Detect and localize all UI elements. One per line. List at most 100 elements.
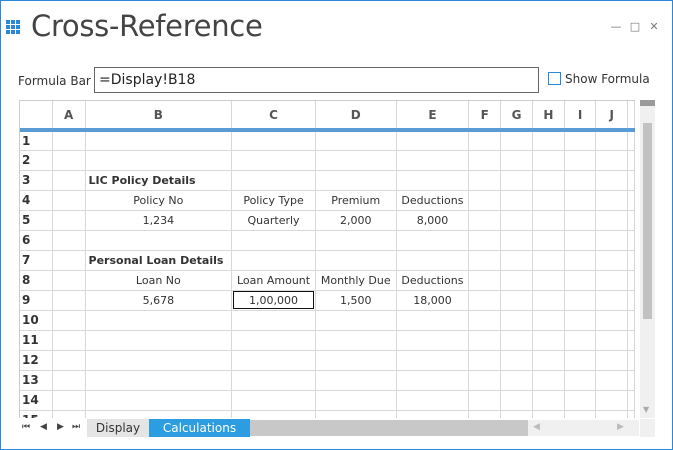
cell-b10[interactable] bbox=[85, 310, 233, 331]
spreadsheet-grid[interactable]: ABCDEFGHIJ 1 2 3 LIC Policy Details 4 Policy … bbox=[19, 100, 635, 418]
cell-a15[interactable] bbox=[52, 410, 86, 418]
cell-d3[interactable] bbox=[315, 170, 397, 191]
cell-i4[interactable] bbox=[564, 190, 597, 211]
cell-i15[interactable] bbox=[564, 410, 597, 418]
show-formula-checkbox[interactable] bbox=[548, 72, 561, 85]
cell-c4[interactable]: Policy Type bbox=[231, 190, 316, 211]
cell-a8[interactable] bbox=[52, 270, 86, 291]
cell-f14[interactable] bbox=[468, 390, 502, 411]
cell-f7[interactable] bbox=[468, 250, 502, 271]
cell-b9[interactable]: 5,678 bbox=[85, 290, 233, 311]
cell-b7[interactable]: Personal Loan Details bbox=[85, 250, 233, 271]
row-header[interactable]: 12 bbox=[20, 350, 53, 371]
cell-g9[interactable] bbox=[500, 290, 533, 311]
cell-i2[interactable] bbox=[564, 150, 597, 171]
row-header[interactable]: 2 bbox=[20, 150, 53, 171]
cell-e13[interactable] bbox=[396, 370, 470, 391]
cell-b8[interactable]: Loan No bbox=[85, 270, 233, 291]
cell-j13[interactable] bbox=[595, 370, 628, 391]
cell-a5[interactable] bbox=[52, 210, 86, 231]
cell-g7[interactable] bbox=[500, 250, 533, 271]
cell-j14[interactable] bbox=[595, 390, 628, 411]
cell-b11[interactable] bbox=[85, 330, 233, 351]
sheet-tab-calculations[interactable]: Calculations bbox=[149, 419, 250, 437]
cell-g1[interactable] bbox=[500, 130, 533, 151]
cell-f9[interactable] bbox=[468, 290, 502, 311]
cell-j3[interactable] bbox=[595, 170, 628, 191]
cell-a9[interactable] bbox=[52, 290, 86, 311]
cell-d6[interactable] bbox=[315, 230, 397, 251]
cell-f6[interactable] bbox=[468, 230, 502, 251]
row-header[interactable]: 7 bbox=[20, 250, 53, 271]
cell-d11[interactable] bbox=[315, 330, 397, 351]
cell-j4[interactable] bbox=[595, 190, 628, 211]
cell-j7[interactable] bbox=[595, 250, 628, 271]
row-header[interactable]: 1 bbox=[20, 130, 53, 151]
cell-h2[interactable] bbox=[532, 150, 565, 171]
cell-e8[interactable]: Deductions bbox=[396, 270, 470, 291]
cell-f2[interactable] bbox=[468, 150, 502, 171]
column-header-b[interactable]: B bbox=[85, 101, 233, 132]
cell-a6[interactable] bbox=[52, 230, 86, 251]
cell-a1[interactable] bbox=[52, 130, 86, 151]
cell-h1[interactable] bbox=[532, 130, 565, 151]
cell-c3[interactable] bbox=[231, 170, 316, 191]
cell-c6[interactable] bbox=[231, 230, 316, 251]
cell-a7[interactable] bbox=[52, 250, 86, 271]
row-header[interactable]: 9 bbox=[20, 290, 53, 311]
cell-c13[interactable] bbox=[231, 370, 316, 391]
cell-f11[interactable] bbox=[468, 330, 502, 351]
chevron-down-icon[interactable]: ▼ bbox=[643, 405, 649, 414]
cell-j8[interactable] bbox=[595, 270, 628, 291]
cell-b13[interactable] bbox=[85, 370, 233, 391]
cell-h6[interactable] bbox=[532, 230, 565, 251]
cell-d14[interactable] bbox=[315, 390, 397, 411]
cell-a12[interactable] bbox=[52, 350, 86, 371]
cell-e2[interactable] bbox=[396, 150, 470, 171]
cell-h4[interactable] bbox=[532, 190, 565, 211]
cell-f13[interactable] bbox=[468, 370, 502, 391]
cell-a10[interactable] bbox=[52, 310, 86, 331]
column-header-f[interactable]: F bbox=[468, 101, 502, 132]
cell-b14[interactable] bbox=[85, 390, 233, 411]
cell-j12[interactable] bbox=[595, 350, 628, 371]
cell-c8[interactable]: Loan Amount bbox=[231, 270, 316, 291]
row-header[interactable]: 3 bbox=[20, 170, 53, 191]
row-header[interactable]: 6 bbox=[20, 230, 53, 251]
prev-sheet-icon[interactable]: ◀ bbox=[40, 422, 47, 432]
chevron-right-icon[interactable]: ▶ bbox=[617, 422, 624, 432]
cell-d2[interactable] bbox=[315, 150, 397, 171]
minimize-button[interactable]: — bbox=[609, 20, 623, 34]
cell-g8[interactable] bbox=[500, 270, 533, 291]
cell-f1[interactable] bbox=[468, 130, 502, 151]
cell-i7[interactable] bbox=[564, 250, 597, 271]
cell-g3[interactable] bbox=[500, 170, 533, 191]
cell-h13[interactable] bbox=[532, 370, 565, 391]
column-header-c[interactable]: C bbox=[231, 101, 316, 132]
cell-e14[interactable] bbox=[396, 390, 470, 411]
corner-header[interactable] bbox=[20, 101, 53, 132]
cell-f15[interactable] bbox=[468, 410, 502, 418]
cell-e12[interactable] bbox=[396, 350, 470, 371]
cell-a2[interactable] bbox=[52, 150, 86, 171]
cell-c14[interactable] bbox=[231, 390, 316, 411]
cell-g14[interactable] bbox=[500, 390, 533, 411]
cell-d1[interactable] bbox=[315, 130, 397, 151]
cell-f12[interactable] bbox=[468, 350, 502, 371]
cell-f4[interactable] bbox=[468, 190, 502, 211]
cell-c11[interactable] bbox=[231, 330, 316, 351]
cell-d4[interactable]: Premium bbox=[315, 190, 397, 211]
sheet-tab-display[interactable]: Display bbox=[87, 419, 149, 437]
column-header-g[interactable]: G bbox=[500, 101, 533, 132]
show-formula-label[interactable]: Show Formula bbox=[565, 72, 650, 86]
row-header[interactable]: 13 bbox=[20, 370, 53, 391]
column-header-e[interactable]: E bbox=[396, 101, 470, 132]
cell-h14[interactable] bbox=[532, 390, 565, 411]
cell-a3[interactable] bbox=[52, 170, 86, 191]
cell-c9[interactable]: 1,00,000 bbox=[231, 290, 316, 311]
chevron-left-icon[interactable]: ◀ bbox=[533, 422, 540, 432]
cell-g12[interactable] bbox=[500, 350, 533, 371]
column-header-j[interactable]: J bbox=[595, 101, 628, 132]
cell-b1[interactable] bbox=[85, 130, 233, 151]
cell-g15[interactable] bbox=[500, 410, 533, 418]
